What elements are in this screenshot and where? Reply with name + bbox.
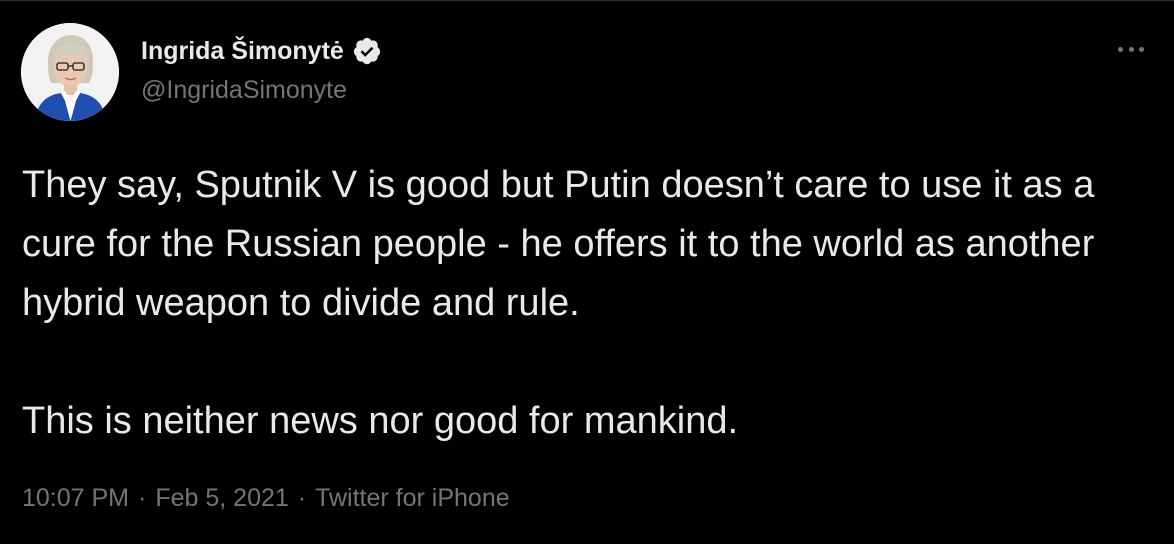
tweet-card: Ingrida Šimonytė @IngridaSimonyte They s… <box>0 0 1174 544</box>
tweet-paragraph: This is neither news nor good for mankin… <box>22 400 739 442</box>
tweet-date[interactable]: Feb 5, 2021 <box>155 484 288 512</box>
tweet-time[interactable]: 10:07 PM <box>22 484 129 512</box>
tweet-source[interactable]: Twitter for iPhone <box>315 484 510 512</box>
tweet-meta: 10:07 PM · Feb 5, 2021 · Twitter for iPhone <box>22 484 510 513</box>
meta-separator: · <box>297 484 307 512</box>
more-dot <box>1139 46 1144 52</box>
author-handle[interactable]: @IngridaSimonyte <box>141 76 347 105</box>
author-name-row: Ingrida Šimonytė <box>141 34 382 68</box>
more-dot <box>1118 46 1123 52</box>
more-options-icon[interactable] <box>1118 39 1144 59</box>
author-avatar[interactable] <box>21 23 119 121</box>
avatar-image <box>21 23 119 121</box>
meta-separator: · <box>138 484 147 512</box>
verified-badge-icon <box>352 36 382 66</box>
tweet-text: They say, Sputnik V is good but Putin do… <box>22 156 1152 451</box>
more-dot <box>1128 46 1134 52</box>
tweet-paragraph: They say, Sputnik V is good but Putin do… <box>22 164 1095 324</box>
author-display-name[interactable]: Ingrida Šimonytė <box>141 37 344 66</box>
